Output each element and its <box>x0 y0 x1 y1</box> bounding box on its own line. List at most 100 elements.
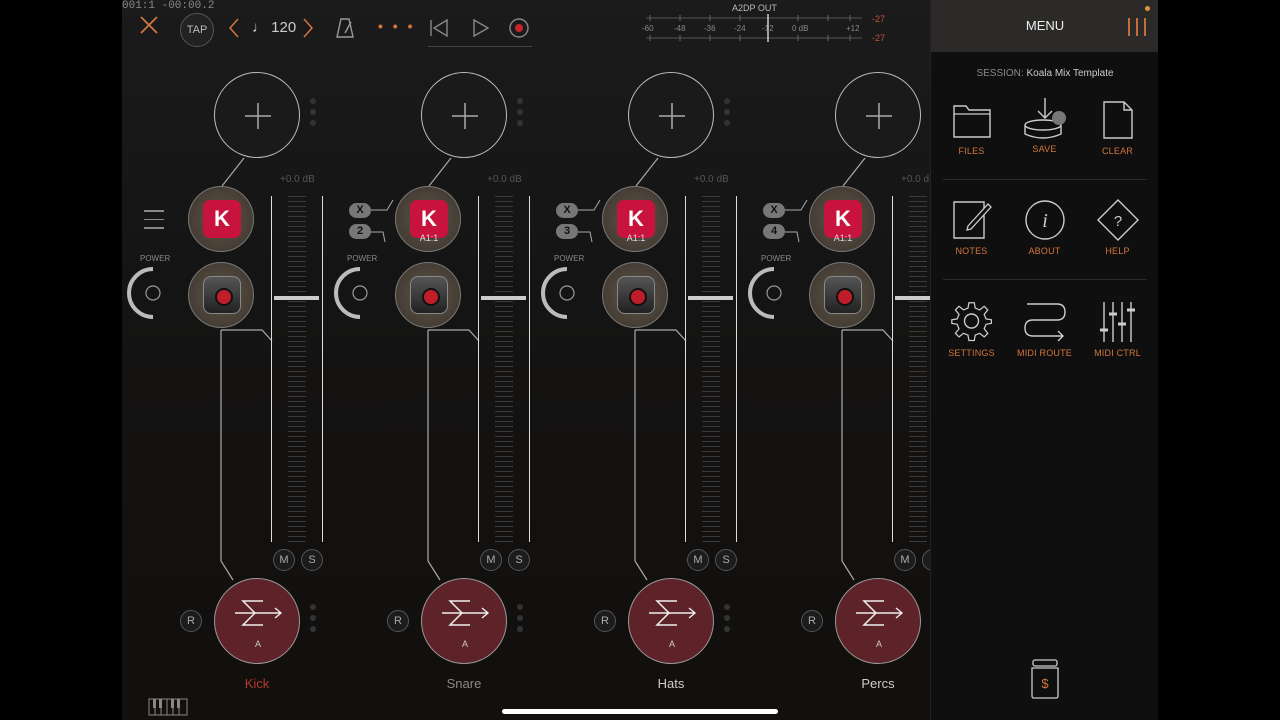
volume-fader[interactable] <box>271 196 323 542</box>
mute-button[interactable]: M <box>273 549 295 571</box>
bus-output[interactable]: A <box>421 578 507 664</box>
gain-readout: +0.0 dB <box>487 174 522 185</box>
add-plugin-slot[interactable] <box>835 72 921 158</box>
record-arm-button[interactable]: R <box>180 610 202 632</box>
menu-item-label: NOTES <box>955 246 988 256</box>
metronome-icon[interactable] <box>336 18 354 41</box>
gain-readout: +0.0 dB <box>694 174 729 185</box>
store-jar-icon[interactable]: $ <box>1029 658 1061 705</box>
channel-name[interactable]: Hats <box>628 676 714 691</box>
mute-button[interactable]: M <box>687 549 709 571</box>
bus-output[interactable]: A <box>628 578 714 664</box>
menu-item-label: FILES <box>958 146 985 156</box>
instrument-plugin[interactable]: K A1:1 <box>809 186 875 252</box>
instrument-plugin[interactable]: K A1:1 <box>395 186 461 252</box>
record-icon[interactable] <box>508 17 530 44</box>
power-knob[interactable] <box>540 266 594 320</box>
menu-toggle-icon[interactable] <box>1126 16 1148 38</box>
mute-button[interactable]: M <box>480 549 502 571</box>
midi-route-x-badge[interactable]: X <box>763 203 785 218</box>
power-knob[interactable] <box>333 266 387 320</box>
bus-drag-handle[interactable] <box>724 604 730 637</box>
record-arm-button[interactable]: R <box>801 610 823 632</box>
fader-knob[interactable] <box>274 296 319 300</box>
instrument-plugin[interactable]: K <box>188 186 254 252</box>
menu-item-files[interactable]: FILES <box>935 100 1008 156</box>
menu-item-notes[interactable]: NOTES <box>935 200 1008 256</box>
bus-output[interactable]: A <box>835 578 921 664</box>
effect-plugin[interactable] <box>809 262 875 328</box>
sum-icon <box>442 600 490 626</box>
bus-letter: A <box>875 639 882 649</box>
midi-route-number-badge[interactable]: 4 <box>763 224 785 239</box>
menu-item-label: MIDI ROUTE <box>1017 348 1072 358</box>
more-options-icon[interactable]: • • • <box>378 18 415 34</box>
add-plugin-slot[interactable] <box>628 72 714 158</box>
midi-route-number-badge[interactable]: 2 <box>349 224 371 239</box>
midi-route-number-badge[interactable]: 3 <box>556 224 578 239</box>
output-meter: -60 -48 -36 -24 -12 0 dB +12 <box>642 14 862 42</box>
home-indicator[interactable] <box>502 709 778 714</box>
slot-drag-handle[interactable] <box>517 98 523 131</box>
menu-item-midi-route[interactable]: MIDI ROUTE <box>1008 300 1081 358</box>
top-bar: TAP ♩ 120 • • • 001:1 -00:00.2 A2DP OUT <box>122 0 930 56</box>
bus-drag-handle[interactable] <box>517 604 523 637</box>
add-plugin-slot[interactable] <box>214 72 300 158</box>
effect-app-icon <box>203 276 241 314</box>
menu-item-save[interactable]: SAVE <box>1008 96 1081 154</box>
effect-plugin[interactable] <box>188 262 254 328</box>
meter-tick-label: +12 <box>846 24 860 33</box>
menu-title: MENU <box>1025 18 1065 33</box>
bus-letter: A <box>668 639 675 649</box>
koala-app-icon: K <box>203 200 241 238</box>
slot-drag-handle[interactable] <box>310 98 316 131</box>
midi-channel-label: A1:1 <box>626 233 646 243</box>
bus-drag-handle[interactable] <box>310 604 316 637</box>
add-plugin-slot[interactable] <box>421 72 507 158</box>
tempo-value[interactable]: ♩ 120 <box>252 19 296 36</box>
mute-button[interactable]: M <box>894 549 916 571</box>
solo-button[interactable]: S <box>301 549 323 571</box>
meter-title: A2DP OUT <box>732 3 777 13</box>
rewind-icon[interactable] <box>429 18 449 43</box>
midi-channel-label: A1:1 <box>833 233 853 243</box>
solo-button[interactable]: S <box>508 549 530 571</box>
fader-knob[interactable] <box>688 296 733 300</box>
solo-button[interactable]: S <box>715 549 737 571</box>
channel-name[interactable]: Snare <box>421 676 507 691</box>
power-knob[interactable] <box>126 266 180 320</box>
menu-item-help[interactable]: ? HELP <box>1081 198 1154 256</box>
slot-drag-handle[interactable] <box>724 98 730 131</box>
tempo-increase-icon[interactable] <box>302 17 314 42</box>
effect-plugin[interactable] <box>395 262 461 328</box>
instrument-plugin[interactable]: K A1:1 <box>602 186 668 252</box>
meter-tick-label: -36 <box>704 24 716 33</box>
channel-name[interactable]: Percs <box>835 676 921 691</box>
power-knob[interactable] <box>747 266 801 320</box>
sum-icon <box>856 600 904 626</box>
volume-fader[interactable] <box>478 196 530 542</box>
fader-knob[interactable] <box>481 296 526 300</box>
meter-tick-label: -60 <box>642 24 654 33</box>
menu-item-settings[interactable]: SETTINGS <box>935 300 1008 358</box>
keyboard-icon[interactable] <box>148 698 188 716</box>
bus-output[interactable]: A <box>214 578 300 664</box>
midi-route-x-badge[interactable]: X <box>556 203 578 218</box>
menu-item-clear[interactable]: CLEAR <box>1081 100 1154 156</box>
play-icon[interactable] <box>472 18 490 43</box>
tempo-decrease-icon[interactable] <box>228 17 240 42</box>
menu-item-midi-ctrl[interactable]: MIDI CTRL <box>1081 300 1154 358</box>
volume-fader[interactable] <box>685 196 737 542</box>
meter-tick-label: -24 <box>734 24 746 33</box>
plus-icon <box>245 103 271 129</box>
channel-strip-kick: +0.0 dB K POWER M S R A Kick <box>122 56 329 720</box>
channel-name[interactable]: Kick <box>214 676 300 691</box>
record-arm-button[interactable]: R <box>594 610 616 632</box>
midi-route-x-badge[interactable]: X <box>349 203 371 218</box>
effect-app-icon <box>617 276 655 314</box>
record-arm-button[interactable]: R <box>387 610 409 632</box>
effect-plugin[interactable] <box>602 262 668 328</box>
tap-tempo-button[interactable]: TAP <box>180 13 214 47</box>
menu-item-about[interactable]: i ABOUT <box>1008 200 1081 256</box>
close-icon[interactable] <box>138 14 160 36</box>
